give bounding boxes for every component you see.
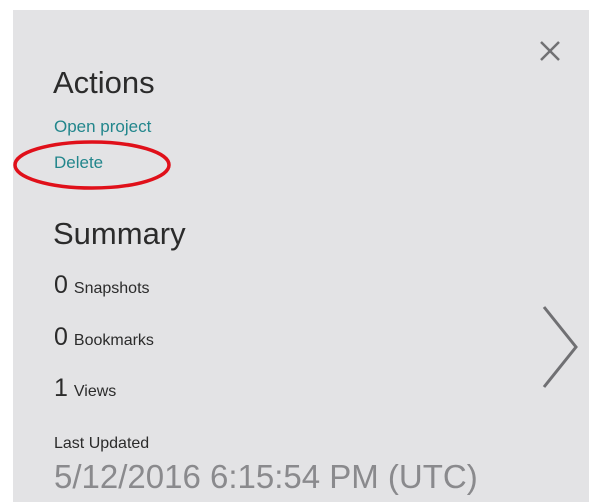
snapshots-count: 0 [54, 271, 68, 299]
close-button[interactable] [536, 37, 564, 65]
delete-link[interactable]: Delete [54, 154, 103, 171]
actions-heading: Actions [53, 65, 155, 100]
bookmarks-label: Bookmarks [73, 332, 154, 349]
bookmarks-count: 0 [54, 323, 68, 351]
stat-row-snapshots: 0 Snapshots [54, 273, 150, 298]
snapshots-label: Snapshots [73, 280, 150, 297]
last-updated-value: 5/12/2016 6:15:54 PM (UTC) [54, 458, 478, 495]
next-button[interactable] [540, 304, 580, 390]
chevron-right-icon [542, 306, 578, 388]
details-panel: Actions Open project Delete Summary 0 Sna… [13, 10, 589, 502]
last-updated-label: Last Updated [54, 435, 150, 452]
stat-row-bookmarks: 0 Bookmarks [54, 325, 154, 350]
close-icon [540, 41, 560, 61]
views-count: 1 [54, 374, 68, 402]
views-label: Views [73, 383, 117, 400]
summary-heading: Summary [53, 216, 186, 251]
open-project-link[interactable]: Open project [54, 118, 151, 135]
stat-row-views: 1 Views [54, 376, 116, 401]
